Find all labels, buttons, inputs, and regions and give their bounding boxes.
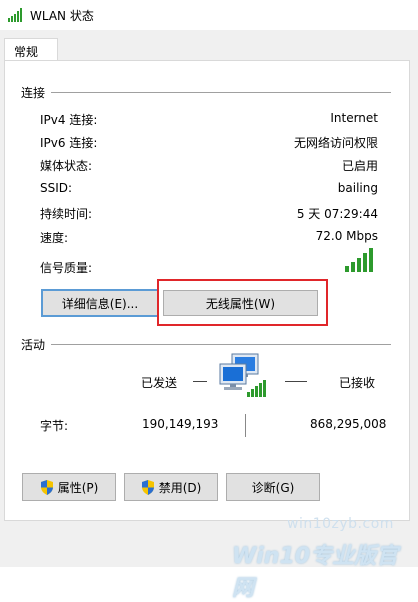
- window-frame-right: [410, 60, 418, 567]
- network-computers-icon: [219, 353, 266, 397]
- sent-label: 已发送: [141, 376, 178, 390]
- details-button[interactable]: 详细信息(E)...: [41, 289, 159, 317]
- media-state-label: 媒体状态:: [40, 159, 93, 173]
- title-bar: WLAN 状态: [0, 0, 418, 30]
- received-label: 已接收: [339, 376, 376, 390]
- diagnose-button[interactable]: 诊断(G): [226, 473, 320, 501]
- bytes-sent-value: 190,149,193: [142, 417, 219, 431]
- sent-dash: [193, 381, 207, 382]
- media-state-value: 已启用: [341, 159, 378, 173]
- duration-value: 5 天 07:29:44: [296, 207, 378, 221]
- watermark-logo: Win10专业版官网: [232, 544, 399, 601]
- ipv4-value: Internet: [330, 111, 378, 125]
- ssid-label: SSID:: [40, 181, 73, 195]
- watermark-url: win10zyb.com: [287, 516, 394, 532]
- details-button-label: 详细信息(E)...: [61, 296, 139, 311]
- ipv6-label: IPv6 连接:: [40, 136, 98, 150]
- connection-group-label: 连接: [21, 86, 46, 100]
- tab-strip: 常规: [0, 30, 418, 61]
- speed-label: 速度:: [40, 231, 69, 245]
- signal-quality-label: 信号质量:: [40, 261, 93, 275]
- properties-button-label: 属性(P): [57, 480, 99, 495]
- speed-value: 72.0 Mbps: [315, 229, 378, 243]
- uac-shield-icon: [40, 479, 53, 495]
- properties-button[interactable]: 属性(P): [22, 473, 116, 501]
- signal-strength-icon: [345, 248, 373, 272]
- bytes-divider: [245, 414, 246, 437]
- disable-button-label: 禁用(D): [158, 480, 202, 495]
- window-title: WLAN 状态: [30, 9, 94, 23]
- ipv4-label: IPv4 连接:: [40, 113, 98, 127]
- ipv6-value: 无网络访问权限: [293, 136, 378, 150]
- received-dash: [285, 381, 307, 382]
- activity-group-divider: [51, 344, 391, 345]
- bytes-label: 字节:: [40, 419, 69, 433]
- disable-button[interactable]: 禁用(D): [124, 473, 218, 501]
- ssid-value: bailing: [337, 181, 378, 195]
- connection-group-divider: [51, 92, 391, 93]
- uac-shield-icon: [141, 479, 154, 495]
- highlight-box: [157, 279, 328, 326]
- bytes-received-value: 868,295,008: [310, 417, 387, 431]
- tab-general-label: 常规: [14, 45, 39, 59]
- activity-group-label: 活动: [21, 338, 46, 352]
- wifi-signal-icon: [8, 8, 22, 22]
- diagnose-button-label: 诊断(G): [251, 480, 295, 495]
- duration-label: 持续时间:: [40, 207, 93, 221]
- tab-general[interactable]: 常规: [4, 38, 58, 61]
